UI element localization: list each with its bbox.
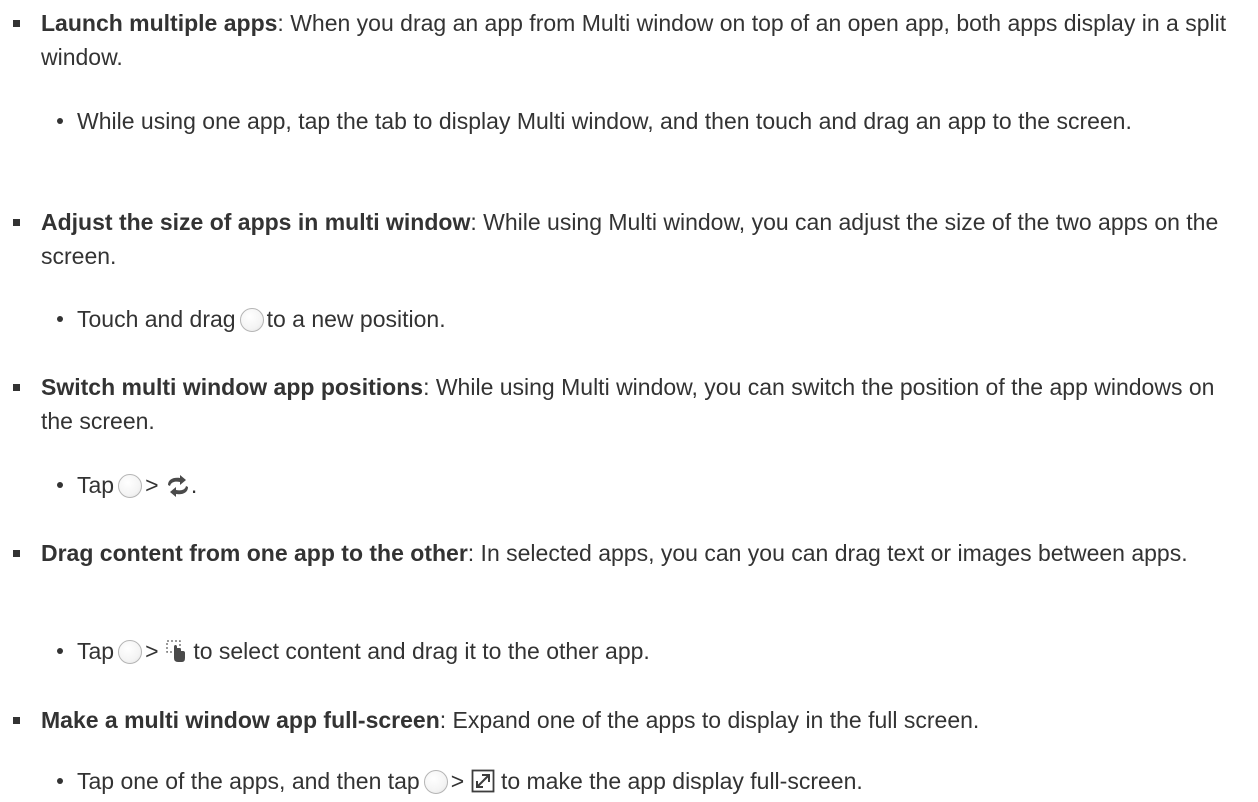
sub-text-before: Tap one of the apps, and then tap — [77, 768, 420, 794]
square-bullet — [13, 717, 20, 724]
sub-bullet-full-screen: Tap one of the apps, and then tap > to ma… — [57, 764, 1247, 802]
item-title: Adjust the size of apps in multi window — [41, 209, 471, 235]
item-description: : In selected apps, you can you can drag… — [467, 540, 1188, 566]
document-page: Launch multiple apps: When you drag an a… — [0, 0, 1258, 799]
round-bullet — [57, 118, 63, 124]
item-description: : Expand one of the apps to display in t… — [439, 707, 980, 733]
square-bullet — [13, 219, 20, 226]
sub-bullet-switch-positions: Tap > . — [57, 468, 1247, 506]
item-title: Make a multi window app full-screen — [41, 707, 440, 733]
round-bullet — [57, 778, 63, 784]
round-bullet — [57, 648, 63, 654]
bullet-item-drag-content: Drag content from one app to the other: … — [13, 536, 1246, 570]
item-title: Launch multiple apps — [41, 10, 278, 36]
sub-text-before: Touch and drag — [77, 306, 236, 332]
sub-bullet-adjust-size: Touch and drag to a new position. — [57, 302, 1247, 336]
square-bullet — [13, 550, 20, 557]
separator: > — [145, 472, 159, 498]
item-title: Drag content from one app to the other — [41, 540, 468, 566]
multi-window-circle-icon — [423, 770, 448, 794]
multi-window-circle-icon — [118, 640, 143, 664]
square-bullet — [13, 384, 20, 391]
round-bullet — [57, 316, 63, 322]
separator: > — [145, 638, 159, 664]
switch-windows-icon — [165, 472, 191, 506]
drag-content-icon — [165, 638, 187, 672]
multi-window-circle-icon — [239, 308, 264, 332]
sub-text-before: Tap — [77, 472, 115, 498]
separator: > — [450, 768, 465, 794]
sub-text-after: . — [190, 472, 198, 498]
sub-text-after: to select content and drag it to the oth… — [193, 638, 650, 664]
sub-text-after: to make the app display full-screen. — [500, 768, 863, 794]
square-bullet — [13, 20, 20, 27]
bullet-item-switch-positions: Switch multi window app positions: While… — [13, 370, 1246, 438]
bullet-item-adjust-size: Adjust the size of apps in multi window:… — [13, 205, 1246, 273]
full-screen-icon — [471, 768, 495, 802]
multi-window-circle-icon — [118, 474, 143, 498]
bullet-item-launch-multiple-apps: Launch multiple apps: When you drag an a… — [13, 6, 1246, 74]
sub-text-after: to a new position. — [266, 306, 446, 332]
item-title: Switch multi window app positions — [41, 374, 424, 400]
sub-bullet-launch-multiple-apps: While using one app, tap the tab to disp… — [57, 104, 1247, 138]
sub-bullet-drag-content: Tap > to select content and drag it to th… — [57, 634, 1247, 672]
bullet-item-full-screen: Make a multi window app full-screen: Exp… — [13, 703, 1246, 737]
sub-text-before: Tap — [77, 638, 115, 664]
round-bullet — [57, 482, 63, 488]
sub-text: While using one app, tap the tab to disp… — [77, 108, 1132, 134]
